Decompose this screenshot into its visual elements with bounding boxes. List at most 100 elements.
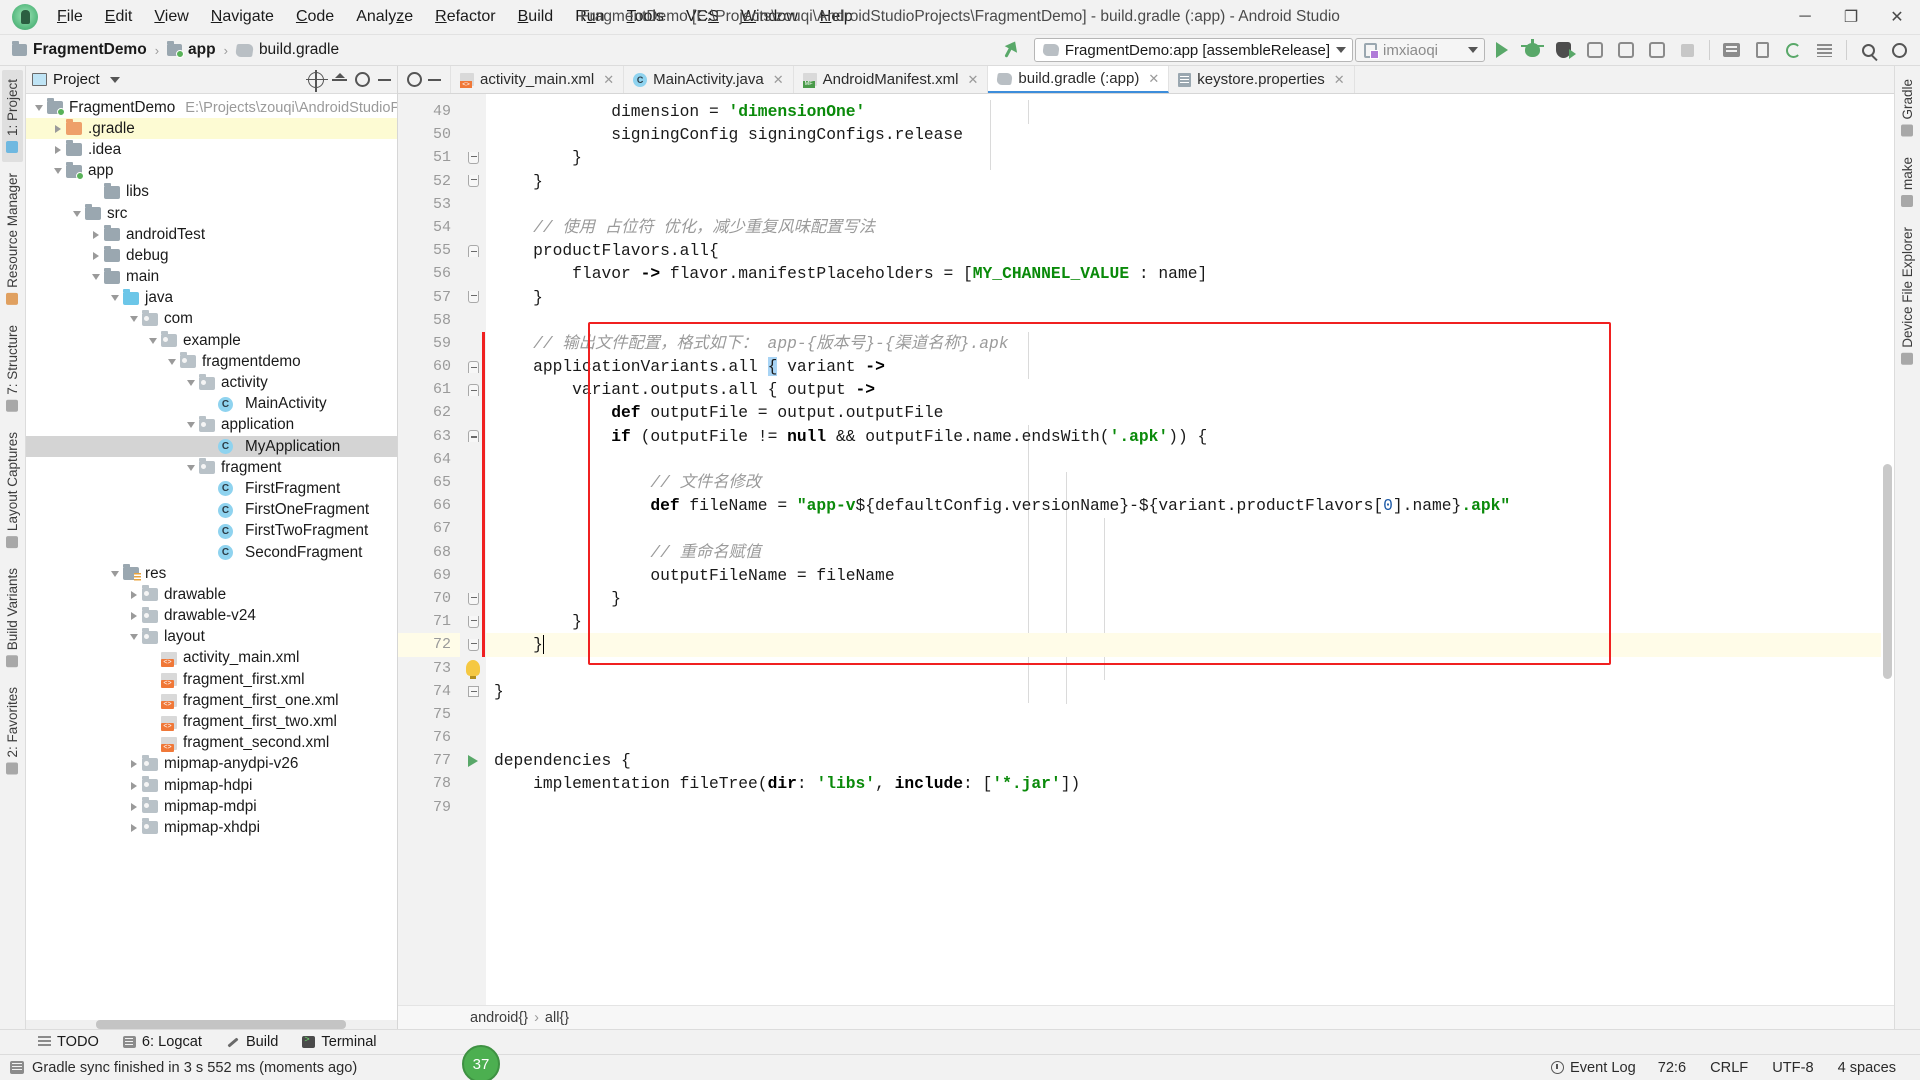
tree-twisty[interactable] <box>106 570 123 577</box>
run-gutter-icon[interactable] <box>468 754 478 767</box>
tree-twisty[interactable] <box>87 274 104 281</box>
tree-node[interactable]: C FirstOneFragment <box>26 500 397 521</box>
fold-marker-slot[interactable] <box>460 146 486 169</box>
tree-twisty[interactable] <box>125 781 142 790</box>
run-with-coverage-button[interactable] <box>1549 37 1578 63</box>
editor-breadcrumb-item[interactable]: all{} <box>545 1010 569 1026</box>
attach-debugger-button[interactable] <box>1580 37 1609 63</box>
fold-marker-icon[interactable] <box>467 615 479 628</box>
code-line[interactable]: } <box>486 610 1894 633</box>
tree-node[interactable]: mipmap-anydpi-v26 <box>26 754 397 775</box>
tree-node[interactable]: C FirstFragment <box>26 478 397 499</box>
code-line[interactable]: } <box>486 286 1894 309</box>
close-button[interactable]: ✕ <box>1874 0 1920 34</box>
tree-twisty[interactable] <box>49 124 66 133</box>
code-line[interactable]: // 重命名赋值 <box>486 541 1894 564</box>
tree-node[interactable]: mipmap-hdpi <box>26 775 397 796</box>
tool-window-tab-device-file-explorer[interactable]: Device File Explorer <box>1897 218 1918 374</box>
code-line[interactable]: applicationVariants.all { variant -> <box>486 355 1894 378</box>
code-line[interactable]: } <box>486 633 1894 657</box>
menu-item-code[interactable]: Code <box>285 4 345 30</box>
search-everywhere-button[interactable] <box>1854 37 1883 63</box>
tree-twisty[interactable] <box>87 251 104 260</box>
notification-badge[interactable]: 37 <box>462 1045 500 1080</box>
settings-button[interactable] <box>1885 37 1914 63</box>
tree-node[interactable]: layout <box>26 627 397 648</box>
tree-node[interactable]: main <box>26 267 397 288</box>
code-line[interactable]: // 输出文件配置，格式如下： app-{版本号}-{渠道名称}.apk <box>486 332 1894 355</box>
tree-node[interactable]: java <box>26 288 397 309</box>
device-selector[interactable]: imxiaoqi <box>1355 38 1485 62</box>
tree-twisty[interactable] <box>182 464 199 471</box>
fold-marker-slot[interactable] <box>460 216 486 239</box>
hide-editor-icon[interactable] <box>428 78 441 81</box>
fold-marker-icon[interactable] <box>467 151 479 164</box>
tool-window-tab-layout-captures[interactable]: Layout Captures <box>2 423 23 557</box>
tree-twisty[interactable] <box>125 316 142 323</box>
tree-node[interactable]: example <box>26 330 397 351</box>
fold-marker-icon[interactable] <box>467 430 479 443</box>
indent-setting[interactable]: 4 spaces <box>1826 1060 1908 1076</box>
fold-marker-slot[interactable] <box>460 726 486 749</box>
fold-marker-slot[interactable] <box>460 749 486 772</box>
layout-inspector-button[interactable] <box>1810 37 1839 63</box>
editor-tab-keystore-properties[interactable]: keystore.properties ✕ <box>1169 66 1355 93</box>
code-line[interactable]: } <box>486 146 1894 169</box>
tree-node[interactable]: activity_main.xml <box>26 648 397 669</box>
menu-item-analyze[interactable]: Analyze <box>345 4 424 30</box>
tree-twisty[interactable] <box>30 104 47 111</box>
run-button[interactable] <box>1487 37 1516 63</box>
menu-item-build[interactable]: Build <box>507 4 565 30</box>
close-icon[interactable]: ✕ <box>1148 71 1159 87</box>
scrollbar-thumb[interactable] <box>1883 464 1892 679</box>
close-icon[interactable]: ✕ <box>603 72 614 88</box>
tree-node[interactable]: mipmap-mdpi <box>26 796 397 817</box>
tree-node[interactable]: drawable-v24 <box>26 606 397 627</box>
editor-vertical-scrollbar[interactable] <box>1881 94 1894 1005</box>
menu-item-refactor[interactable]: Refactor <box>424 4 506 30</box>
tree-twisty[interactable] <box>106 295 123 302</box>
code-line[interactable]: flavor -> flavor.manifestPlaceholders = … <box>486 262 1894 285</box>
fold-marker-slot[interactable] <box>460 309 486 332</box>
fold-marker-icon[interactable] <box>467 638 479 651</box>
tree-twisty[interactable] <box>125 612 142 621</box>
project-tree-hscrollbar[interactable] <box>26 1020 397 1029</box>
code-line[interactable]: // 文件名修改 <box>486 471 1894 494</box>
bottom-tab-todo[interactable]: TODO <box>26 1032 111 1052</box>
tree-node[interactable]: debug <box>26 245 397 266</box>
menu-item-navigate[interactable]: Navigate <box>200 4 285 30</box>
tree-twisty[interactable] <box>182 422 199 429</box>
editor-tab-mainactivity-java[interactable]: C MainActivity.java ✕ <box>624 66 794 93</box>
tree-node[interactable]: src <box>26 203 397 224</box>
code-line[interactable] <box>486 448 1894 471</box>
editor-breadcrumb-item[interactable]: android{} <box>470 1010 528 1026</box>
hide-panel-icon[interactable] <box>378 78 391 81</box>
fold-marker-slot[interactable] <box>460 100 486 123</box>
avd-manager-button[interactable] <box>1748 37 1777 63</box>
code-content[interactable]: dimension = 'dimensionOne' signingConfig… <box>486 94 1894 1005</box>
menu-item-help[interactable]: Help <box>809 4 864 30</box>
tree-twisty[interactable] <box>87 230 104 239</box>
tree-node[interactable]: libs <box>26 182 397 203</box>
tree-twisty[interactable] <box>125 634 142 641</box>
code-line[interactable] <box>486 796 1894 819</box>
code-line[interactable] <box>486 726 1894 749</box>
tree-node[interactable]: C MainActivity <box>26 394 397 415</box>
fold-marker-slot[interactable] <box>460 703 486 726</box>
fold-marker-slot[interactable] <box>460 170 486 193</box>
tree-twisty[interactable] <box>144 337 161 344</box>
code-line[interactable]: implementation fileTree(dir: 'libs', inc… <box>486 772 1894 795</box>
minimize-button[interactable]: ─ <box>1782 0 1828 34</box>
menu-item-window[interactable]: Window <box>730 4 809 30</box>
tree-node[interactable]: C MyApplication <box>26 436 397 458</box>
tree-node[interactable]: fragmentdemo <box>26 351 397 372</box>
code-line[interactable]: def outputFile = output.outputFile <box>486 401 1894 424</box>
tree-twisty[interactable] <box>49 168 66 175</box>
scrollbar-thumb[interactable] <box>96 1020 346 1029</box>
code-line[interactable] <box>486 309 1894 332</box>
code-line[interactable] <box>486 193 1894 216</box>
bottom-tab-build[interactable]: Build <box>214 1032 290 1052</box>
fold-marker-slot[interactable] <box>460 193 486 216</box>
tree-node[interactable]: FragmentDemo E:\Projects\zouqi\AndroidStu… <box>26 97 397 118</box>
fold-marker-icon[interactable] <box>467 685 479 697</box>
